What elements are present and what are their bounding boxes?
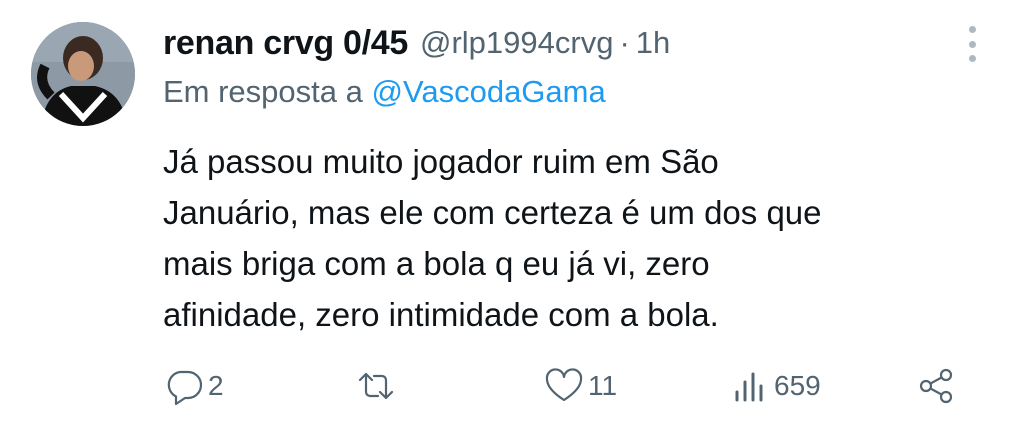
tweet-line: mais briga com a bola q eu já vi, zero <box>163 245 710 282</box>
reply-icon <box>167 370 203 406</box>
tweet-line: afinidade, zero intimidade com a bola. <box>163 296 719 333</box>
more-icon[interactable] <box>962 26 982 62</box>
reply-mention-link[interactable]: @VascodaGama <box>372 74 606 109</box>
share-button[interactable] <box>916 360 956 412</box>
reply-prefix: Em resposta a <box>163 74 363 109</box>
reply-context: Em resposta a @VascodaGama <box>163 74 606 110</box>
heart-icon <box>545 368 583 402</box>
views-icon <box>735 372 763 402</box>
like-button[interactable]: 11 <box>544 360 617 412</box>
share-icon <box>919 368 953 404</box>
retweet-button[interactable] <box>356 360 400 412</box>
tweet-text: Já passou muito jogador ruim em São Janu… <box>163 136 963 340</box>
more-dot <box>968 40 976 48</box>
tweet-line: Já passou muito jogador ruim em São <box>163 143 719 180</box>
views-count: 659 <box>774 370 821 401</box>
reply-button[interactable]: 2 <box>164 360 224 412</box>
views-button[interactable]: 659 <box>730 360 821 412</box>
more-dot <box>968 26 976 33</box>
display-name[interactable]: renan crvg 0/45 <box>163 24 408 63</box>
user-handle[interactable]: @rlp1994crvg <box>420 25 613 61</box>
tweet-line: Januário, mas ele com certeza é um dos q… <box>163 194 822 231</box>
timestamp[interactable]: 1h <box>636 25 670 61</box>
more-dot <box>968 55 976 62</box>
avatar-image <box>31 22 135 126</box>
action-bar: 2 11 659 <box>0 360 1024 412</box>
separator-dot: · <box>619 25 630 60</box>
like-count: 11 <box>588 370 618 401</box>
reply-count: 2 <box>208 370 224 401</box>
tweet-header: renan crvg 0/45 @rlp1994crvg · 1h <box>163 20 670 66</box>
avatar[interactable] <box>31 22 135 126</box>
retweet-icon <box>358 372 394 400</box>
